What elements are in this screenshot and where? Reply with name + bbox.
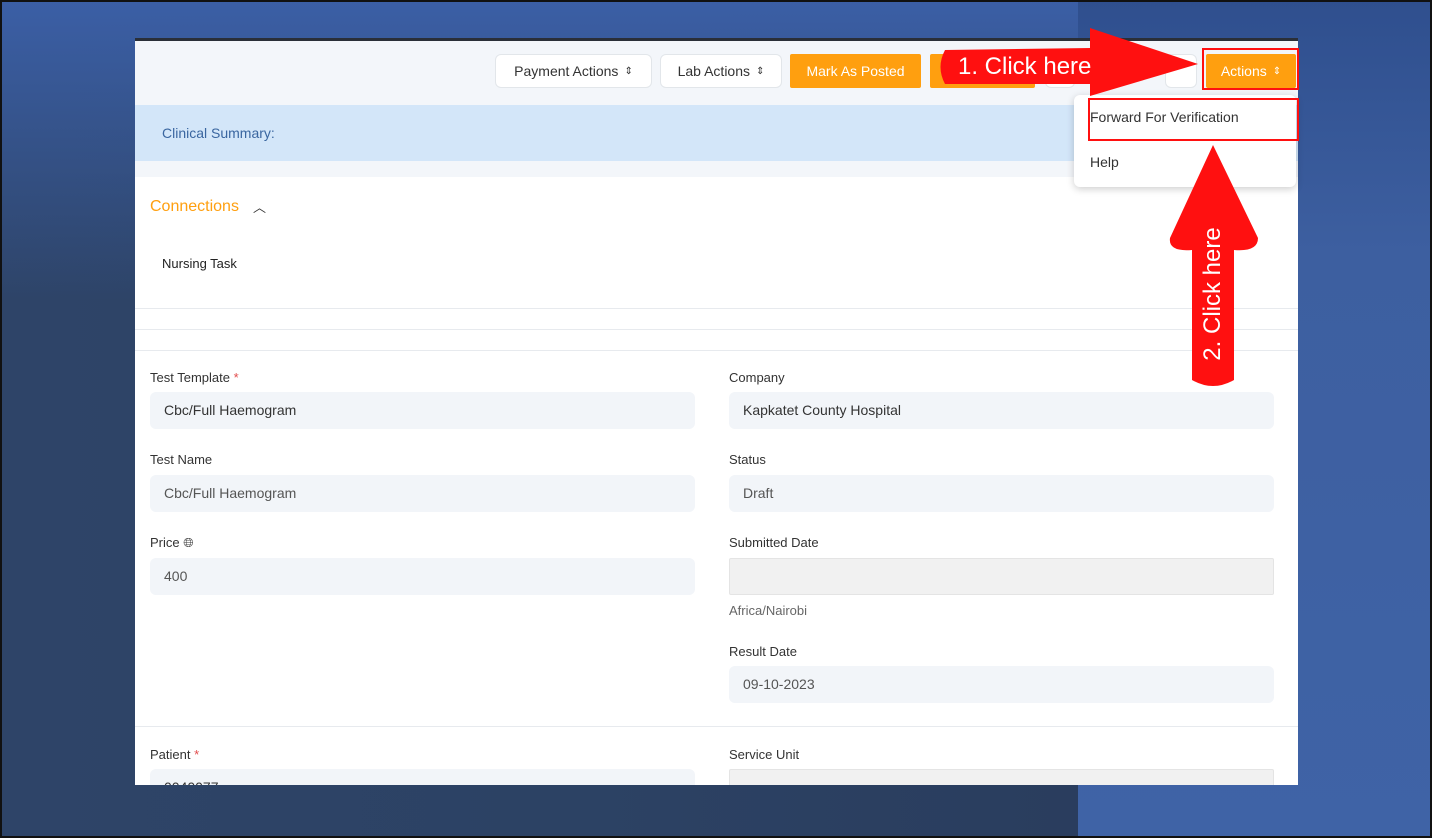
step2-label: 2. Click here: [1199, 227, 1226, 361]
annotation-arrows: [940, 28, 1258, 386]
step1-label: 1. Click here: [958, 53, 1092, 80]
